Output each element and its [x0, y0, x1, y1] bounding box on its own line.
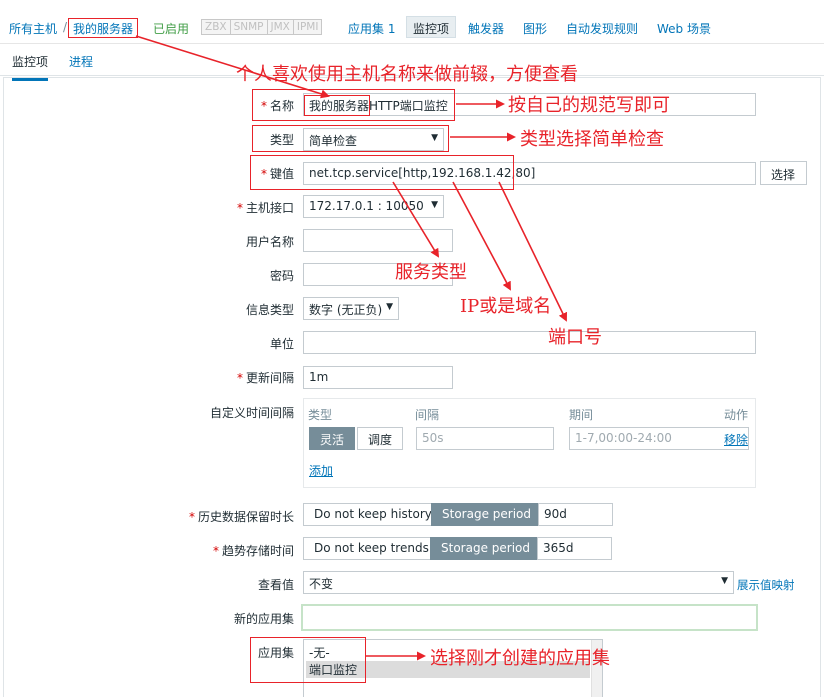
history-label: * 历史数据保留时长 — [188, 510, 294, 524]
type-select[interactable]: 简单检查 ▼ — [303, 128, 444, 151]
units-input[interactable] — [303, 331, 756, 354]
custom-intervals-label: 自定义时间间隔 — [209, 406, 294, 420]
key-select-button[interactable]: 选择 — [760, 161, 807, 185]
ci-header-type: 类型 — [308, 408, 333, 422]
key-label: * 键值 — [260, 167, 294, 181]
snmp-badge: SNMP — [231, 20, 268, 34]
ci-add-link[interactable]: 添加 — [309, 462, 333, 479]
annotation-port: 端口号 — [548, 327, 602, 348]
units-label: 单位 — [269, 337, 294, 351]
interval-input[interactable]: 1m — [303, 366, 453, 389]
nav-discovery[interactable]: 自动发现规则 — [566, 20, 638, 37]
username-input[interactable] — [303, 229, 453, 252]
value-mapping-link[interactable]: 展示值映射 — [737, 577, 795, 593]
interface-label: * 主机接口 — [236, 201, 294, 215]
ipmi-badge: IPMI — [296, 21, 319, 33]
tab-preprocessing[interactable]: 进程 — [69, 53, 93, 70]
ci-period-input[interactable]: 1-7,00:00-24:00 — [569, 427, 749, 450]
show-value-label: 查看值 — [257, 578, 294, 592]
interval-label: * 更新间隔 — [236, 371, 294, 385]
nav-triggers[interactable]: 触发器 — [468, 20, 504, 37]
host-header: 所有主机 / 我的服务器 已启用 ZBX SNMP JMX IPMI 应用集 1… — [0, 0, 824, 44]
interface-select[interactable]: 172.17.0.1 : 10050 ▼ — [303, 195, 444, 218]
ci-scheduling-toggle[interactable]: 调度 — [357, 427, 404, 450]
new-app-input[interactable] — [301, 604, 758, 631]
annotation-name: 按自己的规范写即可 — [508, 95, 670, 116]
new-app-label: 新的应用集 — [233, 612, 294, 626]
apps-label: 应用集 — [257, 646, 294, 660]
nav-items[interactable]: 监控项 — [406, 16, 457, 38]
info-type-label: 信息类型 — [245, 303, 294, 317]
show-value-select[interactable]: 不变 ▼ — [303, 571, 734, 594]
trends-input[interactable]: 365d — [537, 537, 612, 560]
nav-graphs[interactable]: 图形 — [523, 20, 547, 37]
chevron-down-icon: ▼ — [386, 302, 393, 312]
breadcrumb-separator: / — [63, 20, 68, 34]
ci-header-interval: 间隔 — [415, 408, 440, 422]
history-storage-toggle[interactable]: Storage period — [431, 503, 542, 526]
password-label: 密码 — [269, 269, 294, 283]
username-label: 用户名称 — [245, 235, 294, 249]
annotation-apps: 选择刚才创建的应用集 — [430, 648, 610, 669]
jmx-badge: JMX — [268, 20, 294, 34]
annotation-ip: IP或是域名 — [460, 296, 552, 317]
breadcrumb-host[interactable]: 我的服务器 — [73, 20, 133, 37]
host-status[interactable]: 已启用 — [153, 20, 189, 37]
info-type-select[interactable]: 数字 (无正负) ▼ — [303, 297, 399, 320]
ci-remove-link[interactable]: 移除 — [724, 431, 748, 448]
chevron-down-icon: ▼ — [431, 200, 438, 210]
annotation-type: 类型选择简单检查 — [520, 129, 664, 150]
ci-interval-input[interactable]: 50s — [416, 427, 554, 450]
annotation-service: 服务类型 — [395, 262, 467, 283]
trends-no-keep-toggle[interactable]: Do not keep trends — [303, 537, 440, 560]
key-input[interactable]: net.tcp.service[http,192.168.1.42,80] — [303, 162, 756, 185]
annotation-prefix: 个人喜欢使用主机名称来做前辍，方便查看 — [236, 64, 578, 85]
name-label: * 名称 — [260, 99, 294, 113]
type-label: 类型 — [269, 133, 294, 147]
breadcrumb-all-hosts[interactable]: 所有主机 — [9, 20, 57, 37]
history-no-keep-toggle[interactable]: Do not keep history — [303, 503, 443, 526]
ci-header-period: 期间 — [569, 408, 594, 422]
trends-label: * 趋势存储时间 — [212, 544, 294, 558]
trends-storage-toggle[interactable]: Storage period — [430, 537, 541, 560]
chevron-down-icon: ▼ — [721, 576, 728, 586]
custom-intervals-table: 类型 间隔 期间 动作 灵活 调度 50s 1-7,00:00-24:00 移除… — [303, 398, 756, 488]
availability-badges: ZBX SNMP JMX IPMI — [201, 19, 323, 35]
history-input[interactable]: 90d — [538, 503, 613, 526]
ci-flexible-toggle[interactable]: 灵活 — [309, 427, 356, 450]
zbx-badge: ZBX — [202, 20, 231, 34]
chevron-down-icon: ▼ — [431, 133, 438, 143]
nav-web[interactable]: Web 场景 — [657, 20, 711, 37]
ci-header-action: 动作 — [724, 408, 749, 422]
nav-applications[interactable]: 应用集 1 — [348, 20, 395, 37]
